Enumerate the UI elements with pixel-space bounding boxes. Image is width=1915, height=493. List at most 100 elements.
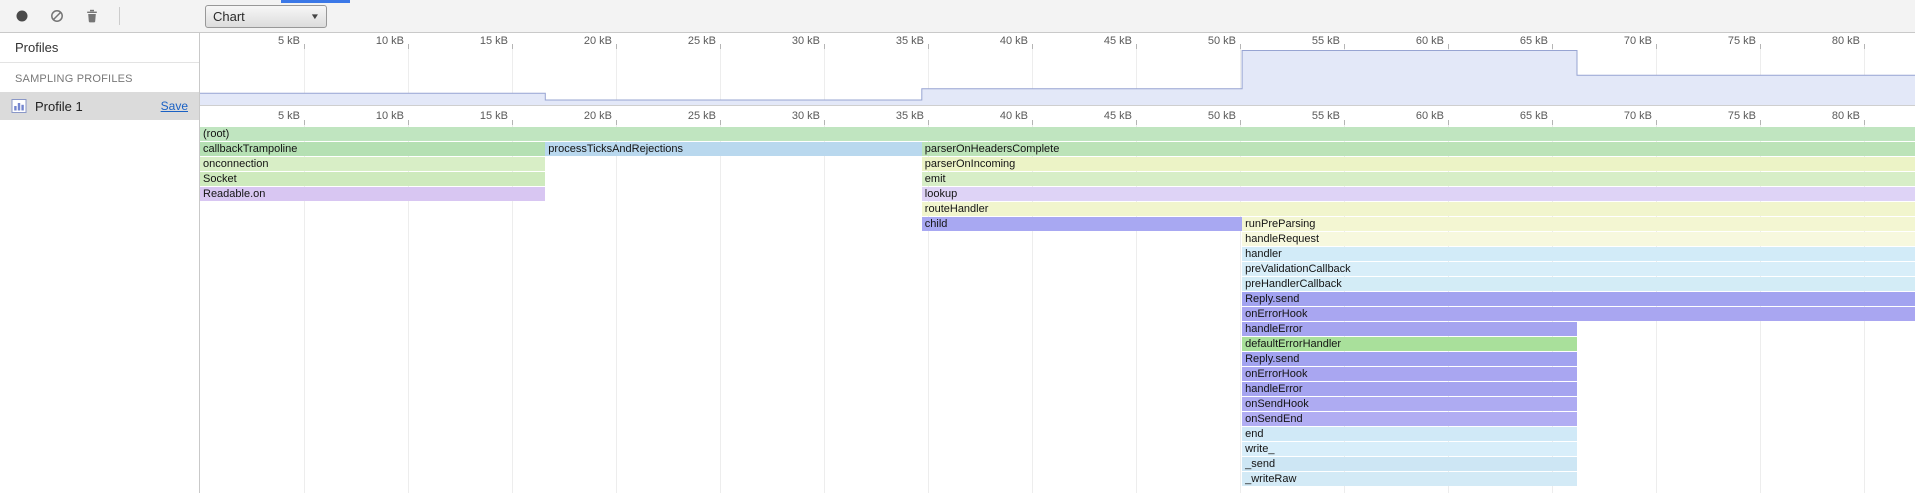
flame-chart[interactable]: (root)callbackTrampolineprocessTicksAndR… — [200, 125, 1915, 493]
profile-name: Profile 1 — [35, 99, 153, 114]
flame-frame-label: (root) — [200, 127, 1915, 141]
flame-frame-onsendend[interactable]: onSendEnd — [1242, 412, 1577, 426]
flame-frame-label: runPreParsing — [1242, 217, 1915, 231]
ruler-tick-label: 70 kB — [1588, 35, 1652, 47]
flame-frame-label: callbackTrampoline — [200, 142, 545, 156]
ruler-tick-label: 20 kB — [548, 35, 612, 47]
flame-frame-prevalidationcallback[interactable]: preValidationCallback — [1242, 262, 1915, 276]
ruler-tick-label: 55 kB — [1276, 35, 1340, 47]
gridline — [720, 125, 721, 493]
flame-chart-pane: 5 kB10 kB15 kB20 kB25 kB30 kB35 kB40 kB4… — [200, 33, 1915, 493]
flame-frame-routehandler[interactable]: routeHandler — [922, 202, 1915, 216]
flame-frame-handleerror[interactable]: handleError — [1242, 322, 1577, 336]
flame-frame-label: handleError — [1242, 382, 1577, 396]
flame-frame-label: defaultErrorHandler — [1242, 337, 1577, 351]
ruler-tick-label: 10 kB — [340, 110, 404, 122]
memory-profiler-panel: Chart ▼ Profiles SAMPLING PROFILES Profi… — [0, 0, 1915, 493]
ruler-tick-label: 30 kB — [756, 110, 820, 122]
ruler-tick-label: 40 kB — [964, 35, 1028, 47]
ruler-tick-label: 50 kB — [1172, 110, 1236, 122]
flame-frame-send[interactable]: _send — [1242, 457, 1577, 471]
flame-frame-processticksandrejections[interactable]: processTicksAndRejections — [545, 142, 922, 156]
flame-ruler: 5 kB10 kB15 kB20 kB25 kB30 kB35 kB40 kB4… — [200, 106, 1915, 125]
flame-frame-lookup[interactable]: lookup — [922, 187, 1915, 201]
ruler-tick-label: 15 kB — [444, 35, 508, 47]
overview-ruler: 5 kB10 kB15 kB20 kB25 kB30 kB35 kB40 kB4… — [200, 33, 1915, 49]
flame-frame-label: preValidationCallback — [1242, 262, 1915, 276]
ruler-tick-label: 65 kB — [1484, 110, 1548, 122]
flame-frame-label: onErrorHook — [1242, 307, 1915, 321]
trash-icon — [84, 8, 100, 24]
flame-frame-child[interactable]: child — [922, 217, 1242, 231]
flame-frame-writeraw[interactable]: _writeRaw — [1242, 472, 1577, 486]
flame-frame-onerrorhook[interactable]: onErrorHook — [1242, 367, 1577, 381]
clear-profiles-button[interactable] — [43, 3, 71, 29]
gridline — [824, 125, 825, 493]
toolbar-separator — [119, 7, 120, 25]
flame-frame-prehandlercallback[interactable]: preHandlerCallback — [1242, 277, 1915, 291]
ruler-tick-label: 80 kB — [1796, 35, 1860, 47]
ruler-tick-label: 70 kB — [1588, 110, 1652, 122]
flame-frame-root[interactable]: (root) — [200, 127, 1915, 141]
ruler-tick-label: 50 kB — [1172, 35, 1236, 47]
ruler-tick-label: 20 kB — [548, 110, 612, 122]
profiler-toolbar: Chart ▼ — [0, 0, 1915, 33]
flame-frame-onerrorhook[interactable]: onErrorHook — [1242, 307, 1915, 321]
flame-frame-socket[interactable]: Socket — [200, 172, 545, 186]
ruler-tick-label: 10 kB — [340, 35, 404, 47]
sidebar-title: Profiles — [0, 33, 199, 63]
flame-frame-label: processTicksAndRejections — [545, 142, 922, 156]
flame-frame-label: _send — [1242, 457, 1577, 471]
flame-frame-callbacktrampoline[interactable]: callbackTrampoline — [200, 142, 545, 156]
flame-frame-reply-send[interactable]: Reply.send — [1242, 292, 1915, 306]
flame-frame-onconnection[interactable]: onconnection — [200, 157, 545, 171]
flame-frame-label: child — [922, 217, 1242, 231]
flame-frame-write[interactable]: write_ — [1242, 442, 1577, 456]
allocation-overview[interactable] — [200, 49, 1915, 106]
ruler-tick-label: 5 kB — [236, 35, 300, 47]
flame-frame-runpreparsing[interactable]: runPreParsing — [1242, 217, 1915, 231]
flame-frame-label: end — [1242, 427, 1577, 441]
ruler-tick-label: 60 kB — [1380, 35, 1444, 47]
flame-frame-label: onSendHook — [1242, 397, 1577, 411]
ruler-tick-label: 35 kB — [860, 35, 924, 47]
circle-slash-icon — [49, 8, 65, 24]
flame-frame-emit[interactable]: emit — [922, 172, 1915, 186]
flame-frame-label: onErrorHook — [1242, 367, 1577, 381]
tab-indicator — [281, 0, 350, 3]
flame-frame-label: handleRequest — [1242, 232, 1915, 246]
flame-frame-label: Reply.send — [1242, 352, 1577, 366]
flame-frame-label: lookup — [922, 187, 1915, 201]
flame-frame-handler[interactable]: handler — [1242, 247, 1915, 261]
profile-item-profile-1[interactable]: Profile 1 Save — [0, 92, 199, 120]
ruler-tick-label: 15 kB — [444, 110, 508, 122]
record-heap-profile-button[interactable] — [8, 3, 36, 29]
flame-frame-label: write_ — [1242, 442, 1577, 456]
delete-profile-button[interactable] — [78, 3, 106, 29]
flame-frame-label: routeHandler — [922, 202, 1915, 216]
chevron-down-icon: ▼ — [310, 12, 320, 21]
flame-frame-label: onSendEnd — [1242, 412, 1577, 426]
flame-frame-label: Socket — [200, 172, 545, 186]
flame-frame-defaulterrorhandler[interactable]: defaultErrorHandler — [1242, 337, 1577, 351]
ruler-tick-label: 75 kB — [1692, 35, 1756, 47]
ruler-tick-label: 55 kB — [1276, 110, 1340, 122]
flame-frame-readable-on[interactable]: Readable.on — [200, 187, 545, 201]
profile-chart-icon — [11, 98, 27, 114]
ruler-tick-label: 65 kB — [1484, 35, 1548, 47]
flame-frame-parseronincoming[interactable]: parserOnIncoming — [922, 157, 1915, 171]
flame-frame-label: parserOnIncoming — [922, 157, 1915, 171]
flame-frame-onsendhook[interactable]: onSendHook — [1242, 397, 1577, 411]
flame-frame-parseronheaderscomplete[interactable]: parserOnHeadersComplete — [922, 142, 1915, 156]
view-mode-select[interactable]: Chart ▼ — [205, 5, 327, 28]
flame-frame-reply-send[interactable]: Reply.send — [1242, 352, 1577, 366]
flame-frame-label: parserOnHeadersComplete — [922, 142, 1915, 156]
ruler-tick-label: 75 kB — [1692, 110, 1756, 122]
gridline — [616, 125, 617, 493]
ruler-tick-label: 80 kB — [1796, 110, 1860, 122]
save-profile-link[interactable]: Save — [161, 99, 188, 113]
flame-frame-handlerequest[interactable]: handleRequest — [1242, 232, 1915, 246]
ruler-tick-label: 30 kB — [756, 35, 820, 47]
flame-frame-end[interactable]: end — [1242, 427, 1577, 441]
flame-frame-handleerror[interactable]: handleError — [1242, 382, 1577, 396]
